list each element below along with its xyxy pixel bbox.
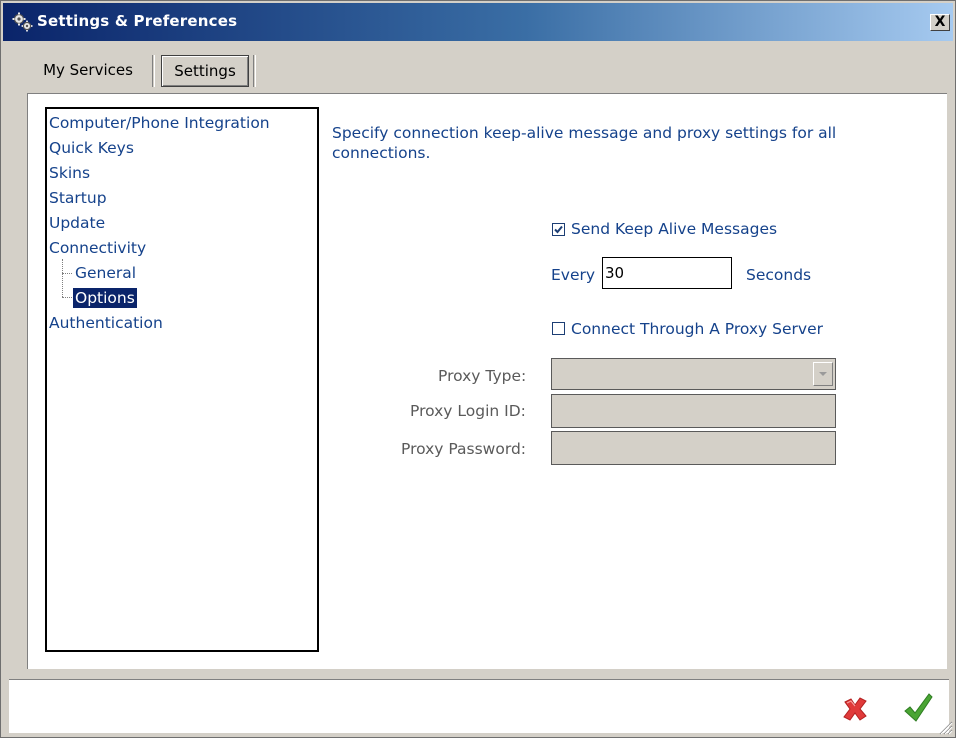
sidebar-item-quick-keys[interactable]: Quick Keys <box>49 138 134 158</box>
proxy-label[interactable]: Connect Through A Proxy Server <box>571 319 823 339</box>
sidebar-item-authentication[interactable]: Authentication <box>49 313 163 333</box>
sidebar-item-options[interactable]: Options <box>73 288 137 308</box>
interval-prefix-label: Every <box>551 266 596 284</box>
title-bar[interactable]: Settings & Preferences <box>3 3 953 41</box>
interval-suffix-label: Seconds <box>746 266 812 284</box>
proxy-login-input[interactable] <box>551 394 836 428</box>
sidebar-item-computer-phone-integration[interactable]: Computer/Phone Integration <box>49 113 270 133</box>
resize-grip-icon[interactable] <box>937 719 953 735</box>
proxy-password-label: Proxy Password: <box>401 440 527 458</box>
proxy-login-label: Proxy Login ID: <box>410 402 526 420</box>
keep-alive-interval-input[interactable]: 30 <box>602 257 732 289</box>
settings-window: Settings & Preferences X My Services Set… <box>0 0 956 738</box>
chevron-down-icon <box>819 372 827 376</box>
dialog-footer <box>9 679 949 733</box>
cancel-x-icon[interactable] <box>841 696 869 722</box>
gears-icon <box>12 12 33 32</box>
tab-divider <box>152 55 155 87</box>
sidebar-item-connectivity[interactable]: Connectivity <box>49 238 146 258</box>
proxy-type-select[interactable] <box>551 358 836 390</box>
sidebar-item-update[interactable]: Update <box>49 213 105 233</box>
sidebar-item-startup[interactable]: Startup <box>49 188 107 208</box>
window-title: Settings & Preferences <box>37 12 238 30</box>
close-button[interactable]: X <box>930 14 950 31</box>
tree-connector <box>62 259 63 297</box>
keep-alive-checkbox[interactable] <box>552 223 565 236</box>
sidebar-item-skins[interactable]: Skins <box>49 163 90 183</box>
proxy-password-input[interactable] <box>551 431 836 465</box>
tab-settings[interactable]: Settings <box>161 55 249 87</box>
tree-connector <box>62 273 72 274</box>
checkmark-icon <box>554 225 563 234</box>
tree-connector <box>62 297 72 298</box>
sidebar-item-general[interactable]: General <box>75 263 136 283</box>
proxy-type-label: Proxy Type: <box>438 367 527 385</box>
tab-my-services[interactable]: My Services <box>27 52 149 88</box>
keep-alive-label[interactable]: Send Keep Alive Messages <box>571 219 777 239</box>
dropdown-arrow[interactable] <box>813 362 833 386</box>
proxy-checkbox[interactable] <box>552 322 565 335</box>
section-description: Specify connection keep-alive message an… <box>332 124 837 162</box>
tab-divider <box>253 55 256 87</box>
ok-check-icon[interactable] <box>903 691 933 723</box>
settings-tree[interactable]: Computer/Phone Integration Quick Keys Sk… <box>45 107 319 652</box>
